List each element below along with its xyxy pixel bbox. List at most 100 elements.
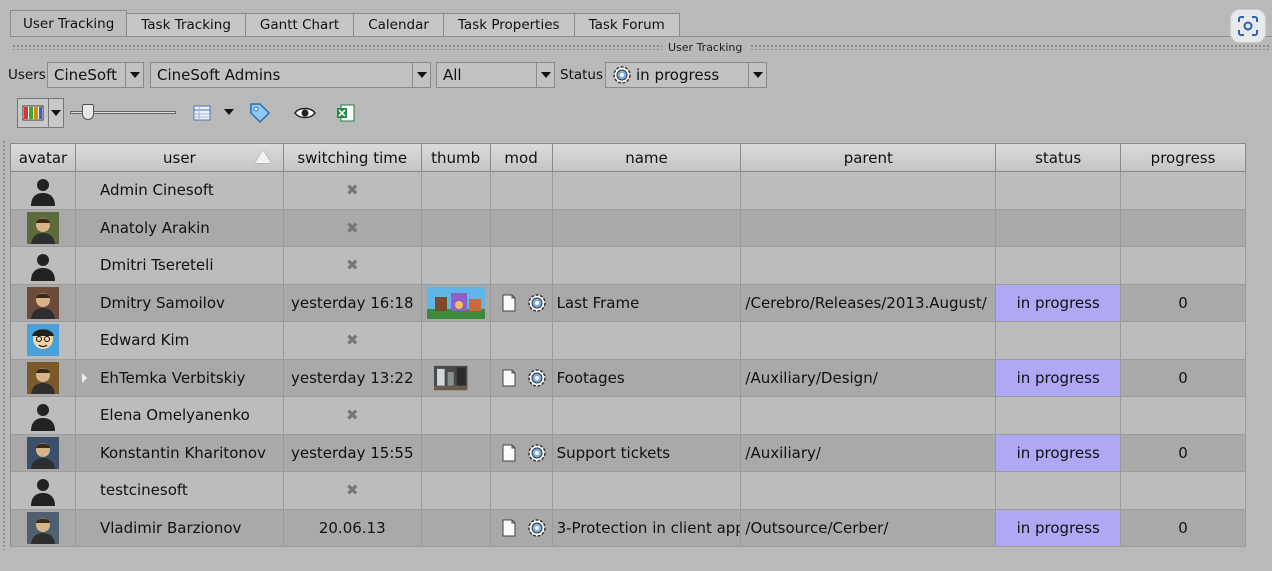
slider-handle[interactable] [82, 104, 94, 120]
table-row[interactable]: testcinesoft ✖ [11, 472, 1246, 510]
panel-grip-right[interactable] [750, 44, 1270, 50]
gear-icon [613, 66, 631, 84]
column-header-mod[interactable]: mod [491, 144, 553, 171]
tab-task-properties[interactable]: Task Properties [443, 13, 575, 37]
mod-icons [491, 518, 547, 538]
status-badge: in progress [996, 284, 1121, 321]
not-tracked-icon: ✖ [345, 406, 359, 425]
table-row[interactable]: Anatoly Arakin ✖ [11, 209, 1246, 247]
status-cell [996, 397, 1122, 434]
switching-time-cell: yesterday 13:22 [284, 359, 422, 396]
tab-gantt-chart[interactable]: Gantt Chart [245, 13, 355, 37]
switching-time-cell: 20.06.13 [284, 509, 422, 546]
color-grid-menu-button[interactable] [49, 98, 64, 128]
table-body: Admin Cinesoft ✖ Anatoly Arakin ✖ Dmitri… [11, 172, 1246, 547]
table-row[interactable]: Elena Omelyanenko ✖ [11, 397, 1246, 435]
user-name: Dmitri Tsereteli [99, 256, 214, 275]
gear-icon[interactable] [527, 293, 547, 313]
screen-capture-icon [1238, 16, 1258, 36]
document-icon[interactable] [501, 294, 517, 312]
table-view-button[interactable] [190, 102, 214, 124]
table-row[interactable]: Dmitri Tsereteli ✖ [11, 247, 1246, 285]
status-cell [996, 209, 1122, 246]
user-name: Dmitry Samoilov [99, 293, 225, 312]
zoom-slider[interactable] [70, 104, 176, 120]
document-icon[interactable] [501, 444, 517, 462]
task-name-cell: Support tickets [553, 434, 742, 471]
column-header-status[interactable]: status [996, 144, 1122, 171]
color-grid-button[interactable] [17, 98, 49, 128]
gear-icon[interactable] [527, 443, 547, 463]
export-excel-button[interactable] [334, 101, 358, 125]
progress-cell: 0 [1121, 434, 1246, 471]
gear-icon[interactable] [527, 368, 547, 388]
column-header-user[interactable]: user [76, 144, 284, 171]
status-cell: in progress [996, 359, 1122, 396]
column-header-name[interactable]: name [553, 144, 742, 171]
screen-capture-button[interactable] [1230, 9, 1266, 43]
mod-cell [491, 172, 553, 209]
document-icon[interactable] [501, 519, 517, 537]
mod-cell [491, 509, 553, 546]
table-row[interactable]: Dmitry Samoilov yesterday 16:18 Last Fra… [11, 284, 1246, 322]
tag-button[interactable] [247, 100, 273, 126]
switching-time-cell: yesterday 16:18 [284, 284, 422, 321]
panel-grip-left[interactable] [12, 44, 662, 50]
table-row[interactable]: Konstantin Kharitonov yesterday 15:55 Su… [11, 434, 1246, 472]
parent-path-cell: /Auxiliary/ [741, 434, 997, 471]
column-header-avatar[interactable]: avatar [11, 144, 76, 171]
parent-path-cell [741, 209, 997, 246]
watch-button[interactable] [292, 102, 318, 124]
tab-bar: User Tracking Task Tracking Gantt Chart … [10, 10, 680, 37]
chevron-down-icon [125, 63, 143, 87]
avatar [26, 361, 60, 394]
status-cell [996, 172, 1122, 209]
scope-value: All [443, 66, 462, 84]
status-dropdown[interactable]: in progress [605, 62, 767, 88]
tab-task-tracking[interactable]: Task Tracking [127, 13, 246, 37]
avatar-cell [11, 397, 76, 434]
user-cell: Vladimir Barzionov [76, 509, 284, 546]
mod-cell [491, 434, 553, 471]
scope-dropdown[interactable]: All [436, 62, 555, 88]
column-header-switching-time[interactable]: switching time [284, 144, 422, 171]
task-name-cell: 3-Protection in client app [553, 509, 742, 546]
task-name-cell [553, 322, 742, 359]
mod-cell [491, 359, 553, 396]
avatar-cell [11, 284, 76, 321]
color-grid-icon [22, 105, 44, 121]
tab-task-forum[interactable]: Task Forum [574, 13, 680, 37]
status-label: Status [560, 67, 604, 83]
tag-icon [250, 103, 271, 124]
parent-path-cell: /Cerebro/Releases/2013.August/ [741, 284, 997, 321]
project-dropdown[interactable]: CineSoft [47, 62, 144, 88]
task-name-cell [553, 397, 742, 434]
gear-icon[interactable] [527, 518, 547, 538]
group-value: CineSoft Admins [157, 66, 281, 84]
thumbnail-image [433, 365, 468, 390]
user-name: EhTemka Verbitskiy [99, 368, 246, 387]
parent-path-cell: /Auxiliary/Design/ [741, 359, 997, 396]
status-cell: in progress [996, 509, 1122, 546]
column-header-thumb[interactable]: thumb [422, 144, 491, 171]
table-view-menu-button[interactable] [222, 104, 236, 120]
table-row[interactable]: Edward Kim ✖ [11, 322, 1246, 360]
document-icon[interactable] [501, 369, 517, 387]
table-row[interactable]: Admin Cinesoft ✖ [11, 172, 1246, 210]
mod-icons [491, 443, 547, 463]
status-cell [996, 472, 1122, 509]
column-header-parent[interactable]: parent [741, 144, 997, 171]
table-row[interactable]: Vladimir Barzionov 20.06.13 3-Protection… [11, 509, 1246, 547]
users-label: Users [8, 67, 46, 83]
column-header-progress[interactable]: progress [1121, 144, 1247, 171]
user-tracking-table: avatar user switching time thumb mod nam… [10, 143, 1247, 547]
table-row[interactable]: EhTemka Verbitskiy yesterday 13:22 Foota… [11, 359, 1246, 397]
expand-arrow-icon[interactable] [81, 372, 87, 383]
tab-user-tracking[interactable]: User Tracking [10, 10, 128, 37]
tab-calendar[interactable]: Calendar [354, 13, 444, 37]
user-cell: Edward Kim [76, 322, 284, 359]
side-grip[interactable] [2, 140, 6, 550]
task-name-cell [553, 247, 742, 284]
group-dropdown[interactable]: CineSoft Admins [150, 62, 431, 88]
not-tracked-icon: ✖ [345, 256, 359, 275]
